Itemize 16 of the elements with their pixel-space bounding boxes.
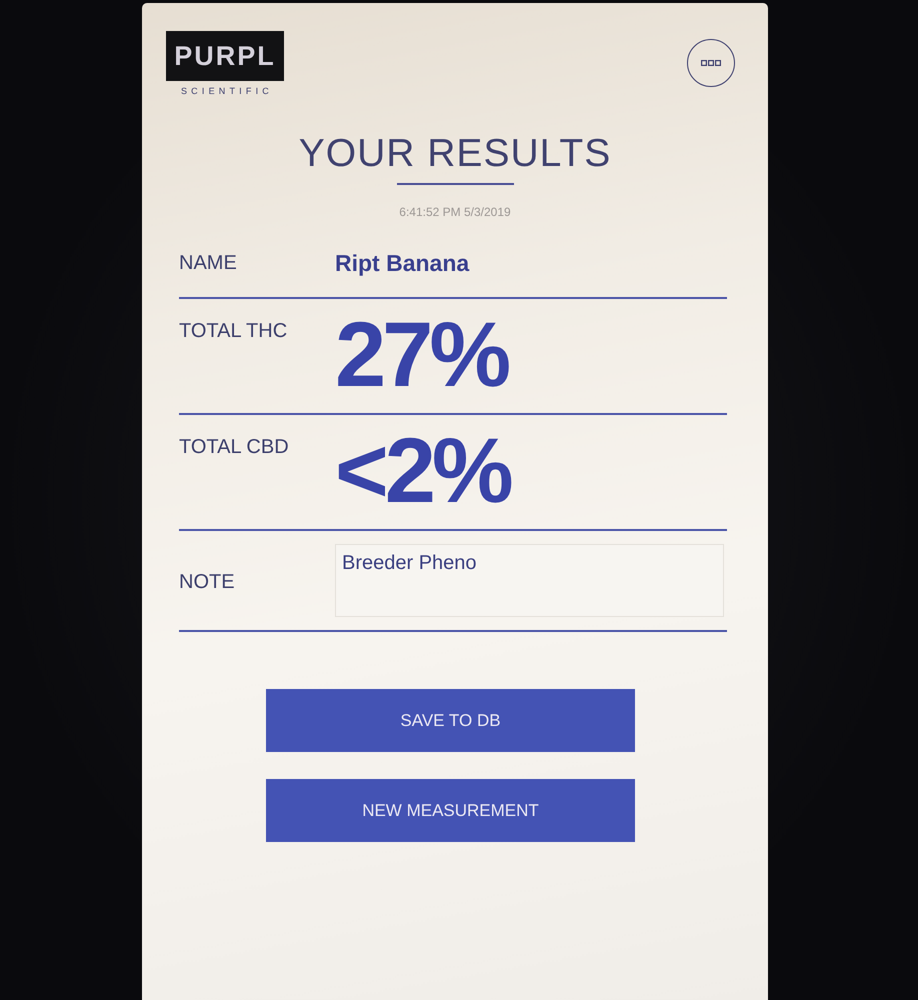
- field-label: TOTAL CBD: [179, 435, 290, 457]
- more-icon: [701, 60, 721, 66]
- save-button[interactable]: SAVE TO DB: [266, 689, 635, 752]
- field-label: NOTE: [179, 570, 236, 592]
- field-label: TOTAL THC: [179, 319, 288, 341]
- logo-wordmark: PURPL: [166, 31, 284, 81]
- name-input[interactable]: Ript Banana: [335, 242, 470, 275]
- page-title: YOUR RESULTS: [298, 134, 612, 173]
- percentage-value: <2%: [335, 419, 510, 517]
- field-label: NAME: [179, 251, 238, 273]
- logo-tagline: SCIENTIFIC: [180, 86, 273, 96]
- percentage-value: 27%: [335, 303, 508, 401]
- note-field[interactable]: Breeder Pheno: [335, 544, 724, 617]
- new-measurement-button[interactable]: NEW MEASUREMENT: [266, 779, 635, 842]
- more-button[interactable]: [687, 39, 735, 87]
- timestamp: 6:41:52 PM 5/3/2019: [398, 205, 512, 219]
